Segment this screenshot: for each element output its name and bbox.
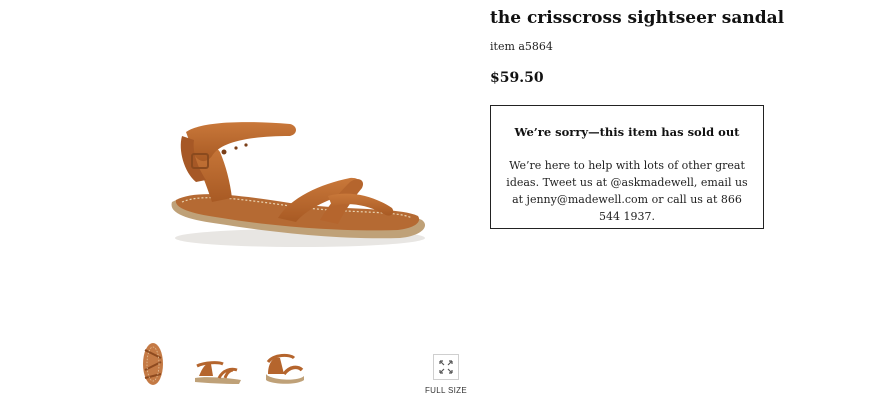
- thumbnail-strip: [138, 340, 318, 390]
- full-size-button[interactable]: FULL SIZE: [424, 354, 468, 395]
- product-title: the crisscross sightseer sandal: [490, 8, 785, 28]
- full-size-label: FULL SIZE: [425, 386, 467, 395]
- expand-arrows-icon: [433, 354, 459, 380]
- thumbnail-sandal-side-view[interactable]: [193, 340, 243, 388]
- sold-out-heading: We’re sorry—this item has sold out: [514, 125, 740, 139]
- product-price: $59.50: [490, 70, 544, 86]
- item-number: item a5864: [490, 40, 553, 53]
- sold-out-message: We’re here to help with lots of other gr…: [506, 159, 748, 223]
- sold-out-notice: We’re sorry—this item has sold out We’re…: [490, 105, 764, 229]
- product-main-image: [171, 122, 426, 247]
- thumbnail-sandal-back-view[interactable]: [260, 340, 310, 388]
- thumbnail-sandal-top-view[interactable]: [138, 340, 188, 388]
